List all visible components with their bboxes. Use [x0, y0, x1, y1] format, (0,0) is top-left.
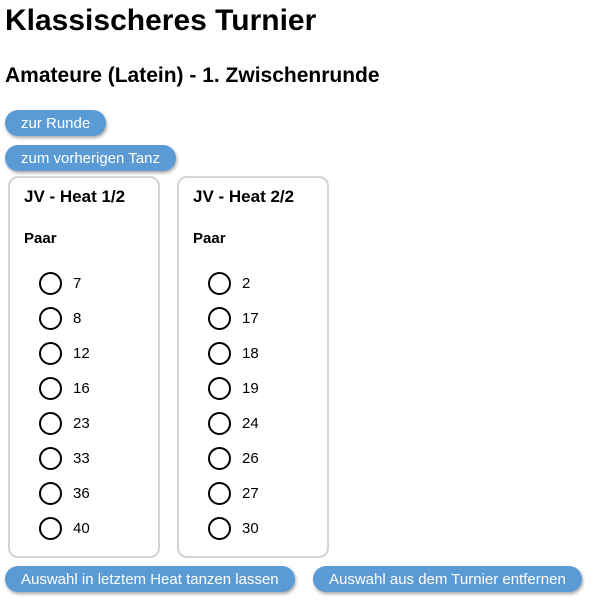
remove-from-tournament-button[interactable]: Auswahl aus dem Turnier entfernen	[313, 566, 582, 592]
radio-button[interactable]	[39, 482, 62, 505]
radio-button[interactable]	[208, 342, 231, 365]
pair-number: 24	[242, 414, 259, 432]
pair-item[interactable]: 36	[39, 476, 90, 511]
radio-button[interactable]	[39, 342, 62, 365]
pair-item[interactable]: 30	[208, 511, 259, 546]
pair-number: 8	[73, 309, 82, 327]
pair-number: 7	[73, 274, 82, 292]
heat-panel-1: JV - Heat 1/2 Paar 7 8 12 16 23 33 36 40	[8, 176, 160, 558]
heat-title: JV - Heat 2/2	[193, 187, 295, 206]
pair-item[interactable]: 19	[208, 371, 259, 406]
page-title: Klassischeres Turnier	[5, 4, 317, 37]
radio-button[interactable]	[208, 447, 231, 470]
heat-panel-2: JV - Heat 2/2 Paar 2 17 18 19 24 26 27 3…	[177, 176, 329, 558]
radio-button[interactable]	[39, 377, 62, 400]
pair-item[interactable]: 8	[39, 301, 90, 336]
radio-button[interactable]	[39, 517, 62, 540]
radio-button[interactable]	[208, 412, 231, 435]
pair-item[interactable]: 24	[208, 406, 259, 441]
pair-number: 19	[242, 379, 259, 397]
radio-button[interactable]	[39, 272, 62, 295]
pair-item[interactable]: 23	[39, 406, 90, 441]
pair-number: 12	[73, 344, 90, 362]
pair-number: 23	[73, 414, 90, 432]
pair-item[interactable]: 26	[208, 441, 259, 476]
pair-column-header: Paar	[193, 230, 226, 247]
pair-number: 33	[73, 449, 90, 467]
radio-button[interactable]	[39, 412, 62, 435]
radio-button[interactable]	[208, 272, 231, 295]
pair-number: 30	[242, 519, 259, 537]
radio-button[interactable]	[39, 307, 62, 330]
pair-item[interactable]: 33	[39, 441, 90, 476]
pair-item[interactable]: 12	[39, 336, 90, 371]
pair-column-header: Paar	[24, 230, 57, 247]
pair-number: 36	[73, 484, 90, 502]
pair-number: 18	[242, 344, 259, 362]
pair-number: 2	[242, 274, 251, 292]
radio-button[interactable]	[39, 447, 62, 470]
radio-button[interactable]	[208, 377, 231, 400]
pair-number: 26	[242, 449, 259, 467]
heat-title: JV - Heat 1/2	[24, 187, 126, 206]
radio-button[interactable]	[208, 307, 231, 330]
pair-item[interactable]: 2	[208, 266, 259, 301]
previous-dance-button[interactable]: zum vorherigen Tanz	[5, 145, 176, 171]
pair-item[interactable]: 27	[208, 476, 259, 511]
pair-list: 2 17 18 19 24 26 27 30	[208, 266, 259, 546]
radio-button[interactable]	[208, 517, 231, 540]
pair-number: 16	[73, 379, 90, 397]
to-round-button[interactable]: zur Runde	[5, 110, 107, 136]
pair-item[interactable]: 16	[39, 371, 90, 406]
pair-item[interactable]: 7	[39, 266, 90, 301]
pair-item[interactable]: 18	[208, 336, 259, 371]
dance-in-last-heat-button[interactable]: Auswahl in letztem Heat tanzen lassen	[5, 566, 295, 592]
pair-number: 27	[242, 484, 259, 502]
pair-number: 17	[242, 309, 259, 327]
pair-item[interactable]: 17	[208, 301, 259, 336]
pair-list: 7 8 12 16 23 33 36 40	[39, 266, 90, 546]
round-subtitle: Amateure (Latein) - 1. Zwischenrunde	[5, 64, 380, 87]
radio-button[interactable]	[208, 482, 231, 505]
pair-item[interactable]: 40	[39, 511, 90, 546]
pair-number: 40	[73, 519, 90, 537]
